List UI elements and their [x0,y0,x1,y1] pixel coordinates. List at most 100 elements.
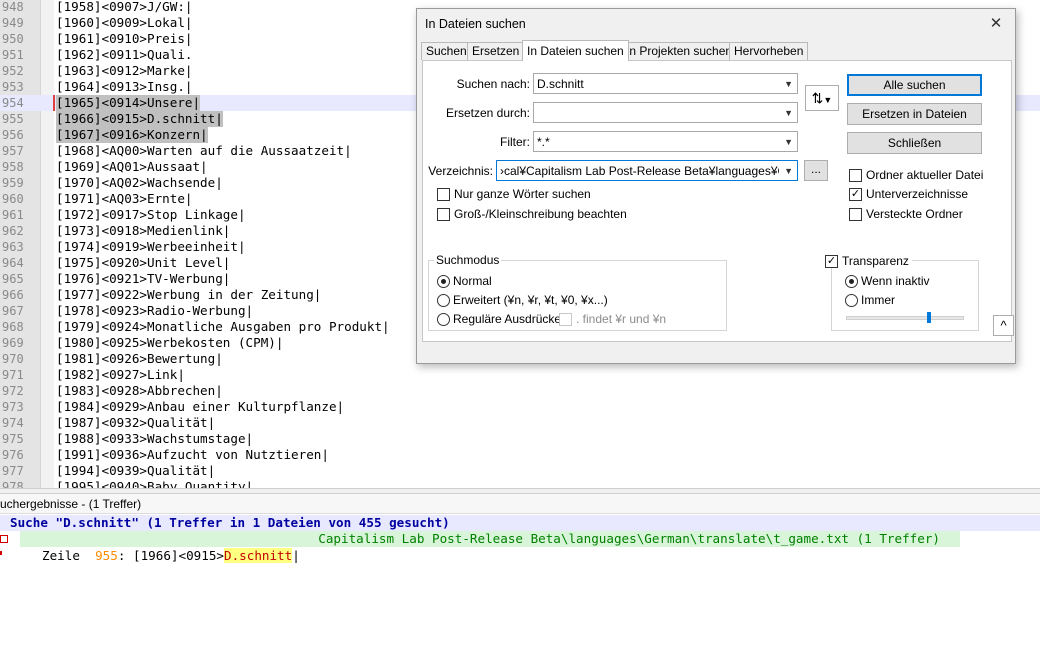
line-text: [1965]<0914>Unsere| [56,95,201,111]
find-all-button[interactable]: Alle suchen [847,74,982,96]
checkbox-box [849,207,862,221]
mode-normal-label: Normal [453,274,492,288]
find-combo[interactable]: D.schnitt ▼ [533,73,798,94]
editor-line[interactable]: 971 [1982]<0927>Link| [0,367,1040,383]
line-text: [1981]<0926>Bewertung| [56,351,223,366]
line-text: [1984]<0929>Anbau einer Kulturpflanze| [56,399,345,414]
mode-regex-radio[interactable]: Reguläre Ausdrücke [437,312,561,326]
line-number: 967 [2,304,24,318]
line-number: 959 [2,176,24,190]
line-number: 964 [2,256,24,270]
filter-label: Filter: [500,135,530,149]
swap-icon: ⇅ [811,90,824,106]
dot-matches-newline-label: . findet ¥r und ¥n [576,312,667,326]
close-button[interactable]: Schließen [847,132,982,154]
mode-regex-label: Reguläre Ausdrücke [453,312,562,326]
line-number: 952 [2,64,24,78]
line-number: 969 [2,336,24,350]
filter-value: *.* [537,135,550,149]
follow-current-doc-checkbox[interactable]: Ordner aktueller Datei [849,168,983,182]
editor-line[interactable]: 973 [1984]<0929>Anbau einer Kulturpflanze… [0,399,1040,415]
whole-word-checkbox[interactable]: Nur ganze Wörter suchen [437,187,591,201]
subfolders-checkbox[interactable]: ✓ Unterverzeichnisse [849,187,968,201]
line-text: [1968]<AQ00>Warten auf die Aussaatzeit| [56,143,352,158]
checkbox-box [559,312,572,326]
line-text: [1991]<0936>Aufzucht von Nutztieren| [56,447,329,462]
find-in-files-page: Suchen nach: Ersetzen durch: Filter: Ver… [422,60,1014,342]
chevron-down-icon[interactable]: ▼ [784,135,793,149]
line-number: 950 [2,32,24,46]
caret-marker [53,95,55,111]
line-text: [1983]<0928>Abbrechen| [56,383,223,398]
chevron-down-icon[interactable]: ▼ [784,164,793,178]
line-number: 973 [2,400,24,414]
mode-extended-radio[interactable]: Erweitert (¥n, ¥r, ¥t, ¥0, ¥x...) [437,293,608,307]
tab-replace[interactable]: Ersetzen [467,42,525,60]
chevron-up-icon: ^ [1000,318,1007,333]
check-icon: ✓ [849,187,862,201]
mode-extended-label: Erweitert (¥n, ¥r, ¥t, ¥0, ¥x...) [453,293,608,307]
dialog-title: In Dateien suchen [425,17,526,31]
line-number: 958 [2,160,24,174]
line-number: 956 [2,128,24,142]
result-hit-line[interactable]: Zeile 955: [1966]<0915>D.schnitt| [0,548,1040,564]
checkbox-box [437,207,450,221]
line-text: [1987]<0932>Qualität| [56,415,216,430]
replace-combo[interactable]: ▼ [533,102,798,123]
find-in-files-dialog[interactable]: In Dateien suchen ✕ Suchen Ersetzen In D… [416,8,1016,364]
line-number: 963 [2,240,24,254]
line-number: 962 [2,224,24,238]
line-text: [1964]<0913>Insg.| [56,79,193,94]
collapse-dialog-button[interactable]: ^ [993,315,1014,336]
transparency-slider-track[interactable] [846,312,964,323]
line-text: [1982]<0927>Link| [56,367,185,382]
line-text: [1958]<0907>J/GW:| [56,0,193,14]
editor-line[interactable]: 976 [1991]<0936>Aufzucht von Nutztieren| [0,447,1040,463]
match-case-label: Groß-/Kleinschreibung beachten [454,207,627,221]
line-text: [1978]<0923>Radio-Werbung| [56,303,254,318]
editor-line[interactable]: 975 [1988]<0933>Wachstumstage| [0,431,1040,447]
transparency-checkbox[interactable]: ✓ Transparenz [825,254,912,268]
hidden-folders-checkbox[interactable]: Versteckte Ordner [849,207,963,221]
tab-find-in-files[interactable]: In Dateien suchen [522,40,629,61]
hit-text: : [1966]<0915> [117,548,224,563]
line-number: 948 [2,0,24,14]
editor-line[interactable]: 972 [1983]<0928>Abbrechen| [0,383,1040,399]
match-case-checkbox[interactable]: Groß-/Kleinschreibung beachten [437,207,627,221]
editor-line[interactable]: 977 [1994]<0939>Qualität| [0,463,1040,479]
mode-normal-radio[interactable]: Normal [437,274,492,288]
tab-find[interactable]: Suchen [421,42,472,60]
directory-label: Verzeichnis: [428,164,493,178]
filter-combo[interactable]: *.* ▼ [533,131,798,152]
follow-current-doc-label: Ordner aktueller Datei [866,168,984,182]
line-text: [1960]<0909>Lokal| [56,15,193,30]
directory-combo[interactable]: ›cal¥Capitalism Lab Post-Release Beta¥la… [496,160,798,181]
close-icon[interactable]: ✕ [983,12,1009,36]
swap-button[interactable]: ⇅▼ [805,85,839,111]
checkbox-box [849,168,862,182]
result-file-line[interactable]: Capitalism Lab Post-Release Beta\languag… [0,531,1040,547]
line-text: [1980]<0925>Werbekosten (CPM)| [56,335,284,350]
transparency-on-inactive-radio[interactable]: Wenn inaktiv [845,274,929,288]
line-number: 966 [2,288,24,302]
chevron-down-icon[interactable]: ▼ [784,77,793,91]
line-number: 951 [2,48,24,62]
tab-mark[interactable]: Hervorheben [729,42,809,60]
browse-button[interactable]: ... [804,160,828,181]
line-text: [1976]<0921>TV-Werbung| [56,271,231,286]
hidden-folders-label: Versteckte Ordner [866,207,963,221]
hit-suffix: | [292,548,300,563]
search-results-panel[interactable]: Suche "D.schnitt" (1 Treffer in 1 Dateie… [0,515,1040,648]
result-search-line[interactable]: Suche "D.schnitt" (1 Treffer in 1 Dateie… [0,515,1040,531]
tab-find-in-projects[interactable]: In Projekten suchen [621,42,738,60]
hit-match: D.schnitt [223,548,293,563]
replace-in-files-button[interactable]: Ersetzen in Dateien [847,103,982,125]
transparency-always-radio[interactable]: Immer [845,293,895,307]
line-text: [1971]<AQ03>Ernte| [56,191,193,206]
transparency-label: Transparenz [842,254,909,268]
editor-line[interactable]: 974 [1987]<0932>Qualität| [0,415,1040,431]
line-text: [1994]<0939>Qualität| [56,463,216,478]
dot-matches-newline-checkbox[interactable]: . findet ¥r und ¥n [559,312,666,326]
transparency-slider-thumb[interactable] [927,312,931,323]
chevron-down-icon[interactable]: ▼ [784,106,793,120]
